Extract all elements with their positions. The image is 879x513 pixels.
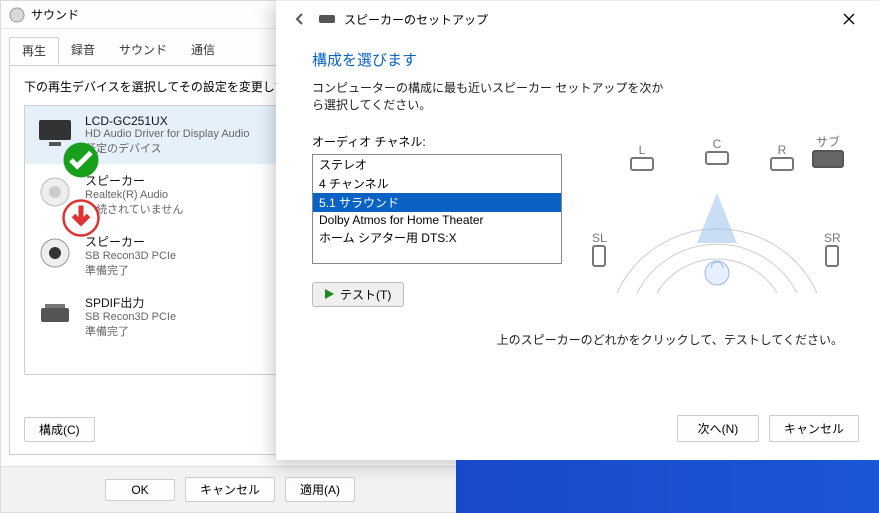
- spk-label: C: [713, 137, 722, 151]
- speaker-icon: [35, 172, 75, 212]
- back-button[interactable]: [286, 5, 314, 33]
- tab-recording[interactable]: 録音: [59, 37, 107, 65]
- wizard-columns: オーディオ チャネル: ステレオ 4 チャンネル 5.1 サラウンド Dolby…: [312, 133, 843, 313]
- device-labels: スピーカー SB Recon3D PCIe 準備完了: [85, 233, 176, 278]
- speaker-diagram: L C R サブ SL SR: [590, 133, 843, 313]
- sound-icon: [9, 7, 25, 23]
- configure-button[interactable]: 構成(C): [24, 417, 95, 442]
- spk-label: R: [778, 143, 787, 157]
- test-button[interactable]: テスト(T): [312, 282, 404, 307]
- apply-button[interactable]: 適用(A): [285, 477, 355, 502]
- wizard-hint: 上のスピーカーのどれかをクリックして、テストしてください。: [276, 313, 879, 348]
- cancel-button[interactable]: キャンセル: [185, 477, 275, 502]
- spk-label: L: [639, 143, 646, 157]
- spk-label: SL: [592, 231, 607, 245]
- ok-button[interactable]: OK: [105, 479, 175, 501]
- wizard-body: 構成を選びます コンピューターの構成に最も近いスピーカー セットアップを次か ら…: [276, 37, 879, 313]
- ok-badge-icon: [61, 140, 77, 156]
- tab-sounds[interactable]: サウンド: [107, 37, 179, 65]
- desktop-background: [456, 460, 879, 513]
- spk-label: SR: [824, 231, 841, 245]
- channel-option[interactable]: 4 チャンネル: [313, 174, 561, 193]
- sound-footer: OK キャンセル 適用(A): [1, 466, 459, 512]
- wizard-left: オーディオ チャネル: ステレオ 4 チャンネル 5.1 サラウンド Dolby…: [312, 133, 562, 313]
- tab-playback[interactable]: 再生: [9, 37, 59, 65]
- channel-option[interactable]: ホーム シアター用 DTS:X: [313, 228, 561, 247]
- channel-option[interactable]: 5.1 サラウンド: [313, 193, 561, 212]
- tab-communications[interactable]: 通信: [179, 37, 227, 65]
- next-button[interactable]: 次へ(N): [677, 415, 759, 442]
- test-row: テスト(T): [312, 282, 562, 307]
- speaker-icon: [35, 233, 75, 273]
- speaker-setup-wizard: スピーカーのセットアップ 構成を選びます コンピューターの構成に最も近いスピーカ…: [276, 0, 879, 460]
- audio-channel-list[interactable]: ステレオ 4 チャンネル 5.1 サラウンド Dolby Atmos for H…: [312, 154, 562, 264]
- speaker-c[interactable]: C: [705, 137, 729, 165]
- device-labels: LCD-GC251UX HD Audio Driver for Display …: [85, 114, 249, 156]
- device-status: 既定のデバイス: [85, 140, 249, 156]
- wizard-title-text: スピーカーのセットアップ: [344, 11, 488, 28]
- dialog-title: サウンド: [31, 6, 79, 23]
- monitor-icon: [35, 114, 75, 154]
- play-icon: [325, 289, 334, 299]
- explain-line: コンピューターの構成に最も近いスピーカー セットアップを次か: [312, 81, 663, 95]
- device-driver: SB Recon3D PCIe: [85, 311, 176, 323]
- speaker-l[interactable]: L: [630, 143, 654, 171]
- speaker-sl[interactable]: SL: [592, 231, 607, 267]
- wizard-titlebar: スピーカーのセットアップ: [276, 1, 879, 37]
- down-badge-icon: [61, 198, 77, 214]
- device-name: SPDIF出力: [85, 294, 176, 311]
- channels-label: オーディオ チャネル:: [312, 133, 562, 150]
- device-driver: SB Recon3D PCIe: [85, 250, 176, 262]
- speaker-sr[interactable]: SR: [824, 231, 841, 267]
- wizard-heading: 構成を選びます: [312, 49, 843, 70]
- device-status: 準備完了: [85, 262, 176, 278]
- wizard-explain: コンピューターの構成に最も近いスピーカー セットアップを次か ら選択してください…: [312, 80, 843, 115]
- test-label: テスト(T): [340, 286, 391, 303]
- speaker-icon: [318, 12, 336, 26]
- wizard-footer: 次へ(N) キャンセル: [677, 415, 859, 442]
- spk-label: サブ: [816, 133, 840, 150]
- wizard-cancel-button[interactable]: キャンセル: [769, 415, 859, 442]
- close-button[interactable]: [829, 5, 869, 33]
- channel-option[interactable]: Dolby Atmos for Home Theater: [313, 212, 561, 228]
- speaker-sub[interactable]: サブ: [812, 133, 844, 168]
- close-icon: [843, 13, 855, 25]
- device-labels: SPDIF出力 SB Recon3D PCIe 準備完了: [85, 294, 176, 339]
- device-name: LCD-GC251UX: [85, 114, 249, 128]
- device-status: 準備完了: [85, 323, 176, 339]
- spdif-icon: [35, 294, 75, 334]
- sub-box-icon: [812, 150, 844, 168]
- explain-line: ら選択してください。: [312, 98, 431, 112]
- wizard-title: スピーカーのセットアップ: [318, 11, 488, 28]
- speaker-r[interactable]: R: [770, 143, 794, 171]
- device-driver: HD Audio Driver for Display Audio: [85, 128, 249, 140]
- channel-option[interactable]: ステレオ: [313, 155, 561, 174]
- arrow-left-icon: [293, 12, 307, 26]
